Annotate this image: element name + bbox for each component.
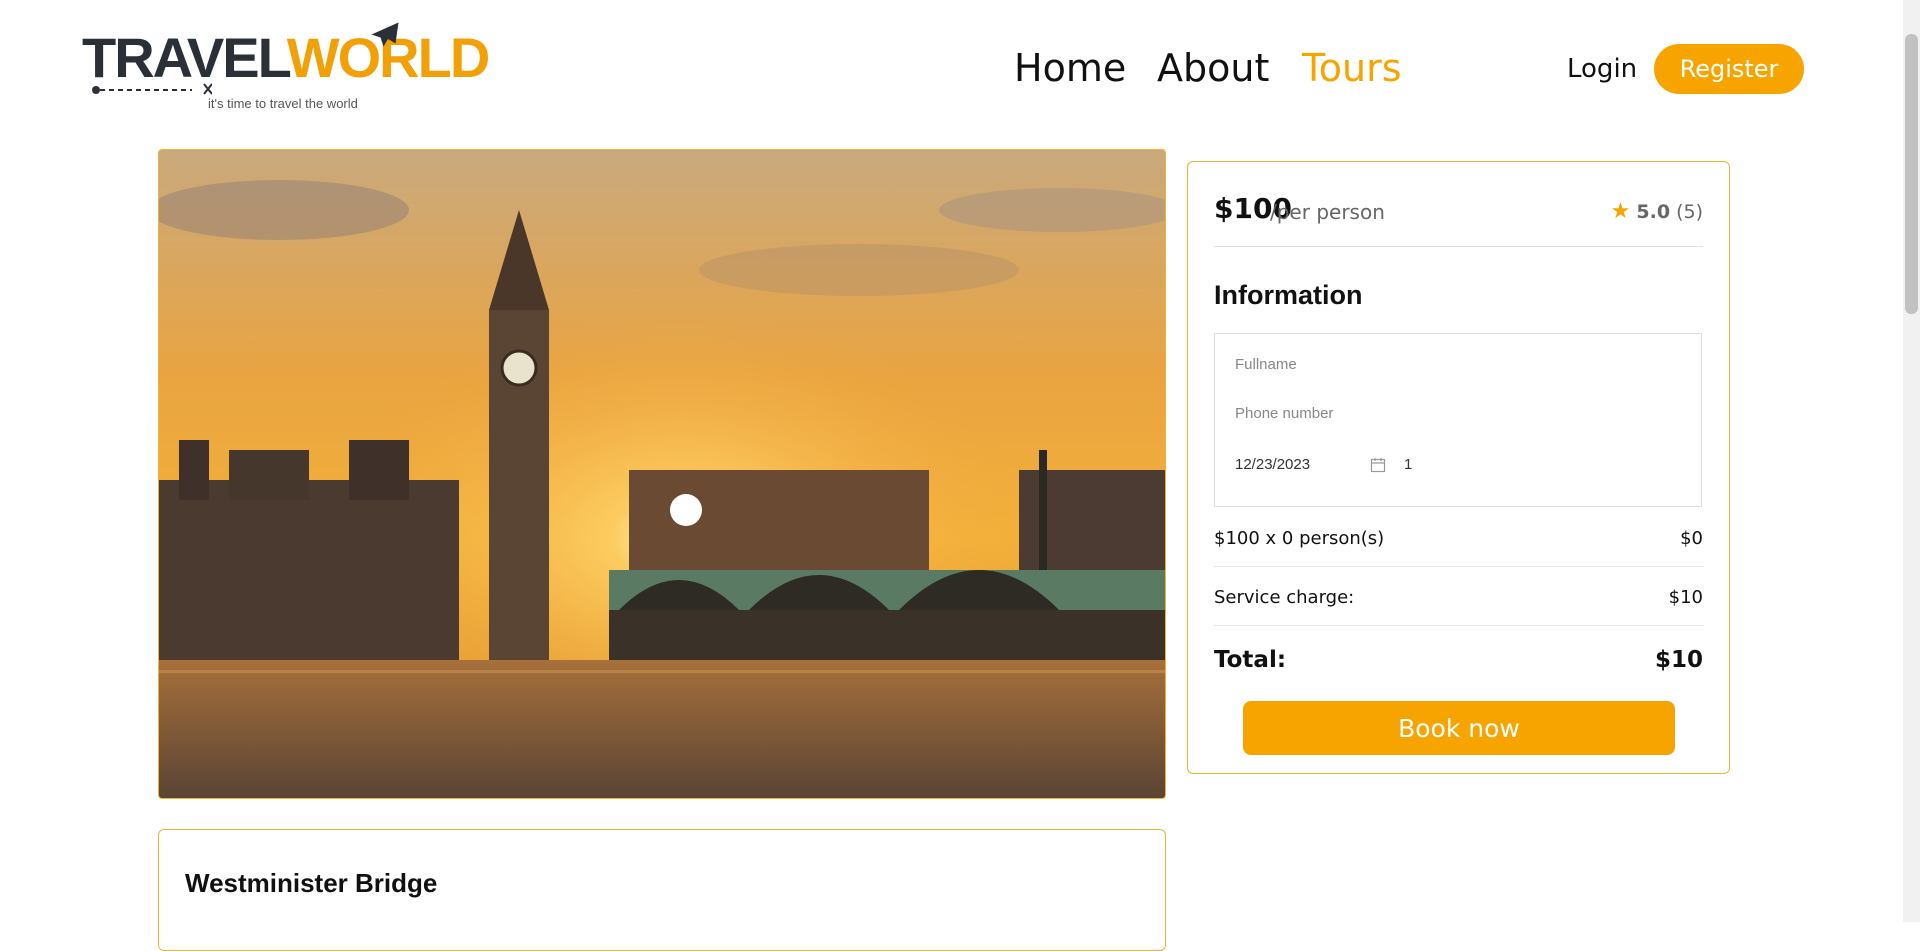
nav-about[interactable]: About: [1157, 46, 1269, 90]
phone-input[interactable]: Phone number: [1235, 405, 1333, 422]
tour-title: Westminister Bridge: [185, 868, 438, 898]
divider: [1214, 625, 1703, 626]
service-charge-row: Service charge: $10: [1214, 587, 1703, 608]
register-button[interactable]: Register: [1654, 44, 1804, 94]
booking-panel: $100 /per person ★ 5.0 (5) Information F…: [1187, 161, 1730, 774]
tour-info-card: Westminister Bridge: [158, 829, 1166, 951]
price-breakdown-row: $100 x 0 person(s) $0: [1214, 528, 1703, 549]
divider: [1214, 566, 1703, 567]
book-now-button[interactable]: Book now: [1243, 701, 1675, 755]
tour-rating: ★ 5.0 (5): [1611, 199, 1703, 224]
nav-home[interactable]: Home: [1014, 46, 1126, 90]
airplane-icon: [371, 22, 399, 47]
information-heading: Information: [1214, 280, 1363, 310]
total-value: $10: [1654, 647, 1703, 673]
price-unit: /per person: [1270, 200, 1385, 224]
booking-form: Fullname Phone number 12/23/2023 1: [1214, 333, 1702, 507]
date-input[interactable]: 12/23/2023: [1235, 456, 1310, 473]
service-charge-value: $10: [1668, 587, 1703, 608]
logo-tagline: it's time to travel the world: [208, 96, 358, 111]
rating-value: 5.0: [1636, 200, 1671, 223]
logo-path-icon: [92, 83, 212, 95]
fullname-input[interactable]: Fullname: [1235, 356, 1297, 373]
calendar-icon[interactable]: [1370, 457, 1386, 473]
service-charge-label: Service charge:: [1214, 587, 1355, 608]
scrollbar-thumb[interactable]: [1905, 34, 1918, 314]
total-row: Total: $10: [1214, 647, 1703, 673]
star-icon: ★: [1610, 199, 1631, 224]
total-label: Total:: [1214, 647, 1287, 673]
login-link[interactable]: Login: [1567, 54, 1637, 84]
rating-count: (5): [1676, 200, 1703, 223]
price-breakdown-label: $100 x 0 person(s): [1214, 528, 1385, 549]
price-breakdown-value: $0: [1680, 528, 1703, 549]
tour-image: [158, 149, 1166, 799]
logo-wordmark: TRAVELWORLD: [82, 30, 490, 86]
nav-tours[interactable]: Tours: [1302, 46, 1402, 90]
brand-logo[interactable]: TRAVELWORLD it's time to travel the worl…: [82, 18, 490, 113]
divider: [1214, 246, 1703, 247]
guest-count-input[interactable]: 1: [1404, 456, 1412, 473]
